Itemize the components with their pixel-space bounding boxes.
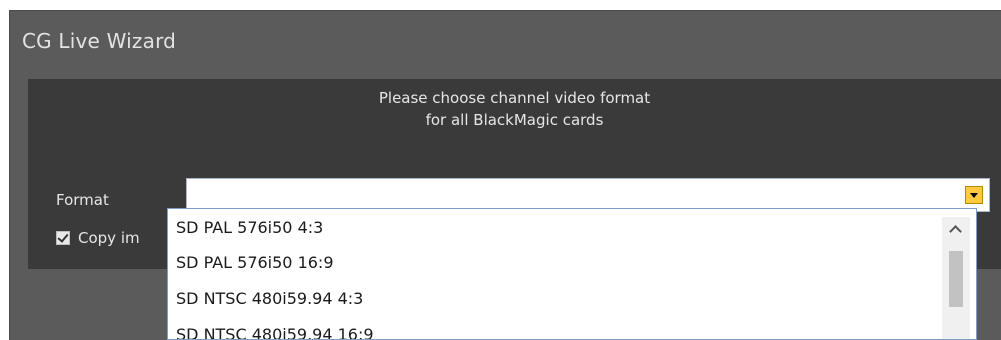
dropdown-button[interactable] [965, 186, 983, 204]
dropdown-scrollbar[interactable] [942, 217, 970, 339]
chevron-down-icon [970, 192, 978, 198]
format-dropdown-list[interactable]: SD PAL 576i50 4:3 SD PAL 576i50 16:9 SD … [167, 208, 977, 340]
format-prompt: Please choose channel video format for a… [28, 87, 1001, 131]
format-label: Format [56, 191, 109, 209]
prompt-line-2: for all BlackMagic cards [425, 111, 604, 129]
window-title: CG Live Wizard [22, 29, 177, 53]
chevron-up-icon[interactable] [951, 227, 961, 237]
format-option[interactable]: SD NTSC 480i59.94 4:3 [176, 289, 363, 308]
format-option[interactable]: SD NTSC 480i59.94 16:9 [176, 325, 374, 339]
copy-checkbox[interactable] [56, 231, 70, 245]
copy-checkbox-row[interactable]: Copy im [56, 227, 140, 249]
scrollbar-thumb[interactable] [949, 251, 963, 307]
prompt-line-1: Please choose channel video format [378, 89, 651, 107]
copy-checkbox-label: Copy im [78, 229, 140, 247]
format-combobox[interactable] [186, 178, 990, 212]
format-option[interactable]: SD PAL 576i50 16:9 [176, 253, 334, 272]
format-option[interactable]: SD PAL 576i50 4:3 [176, 218, 323, 237]
